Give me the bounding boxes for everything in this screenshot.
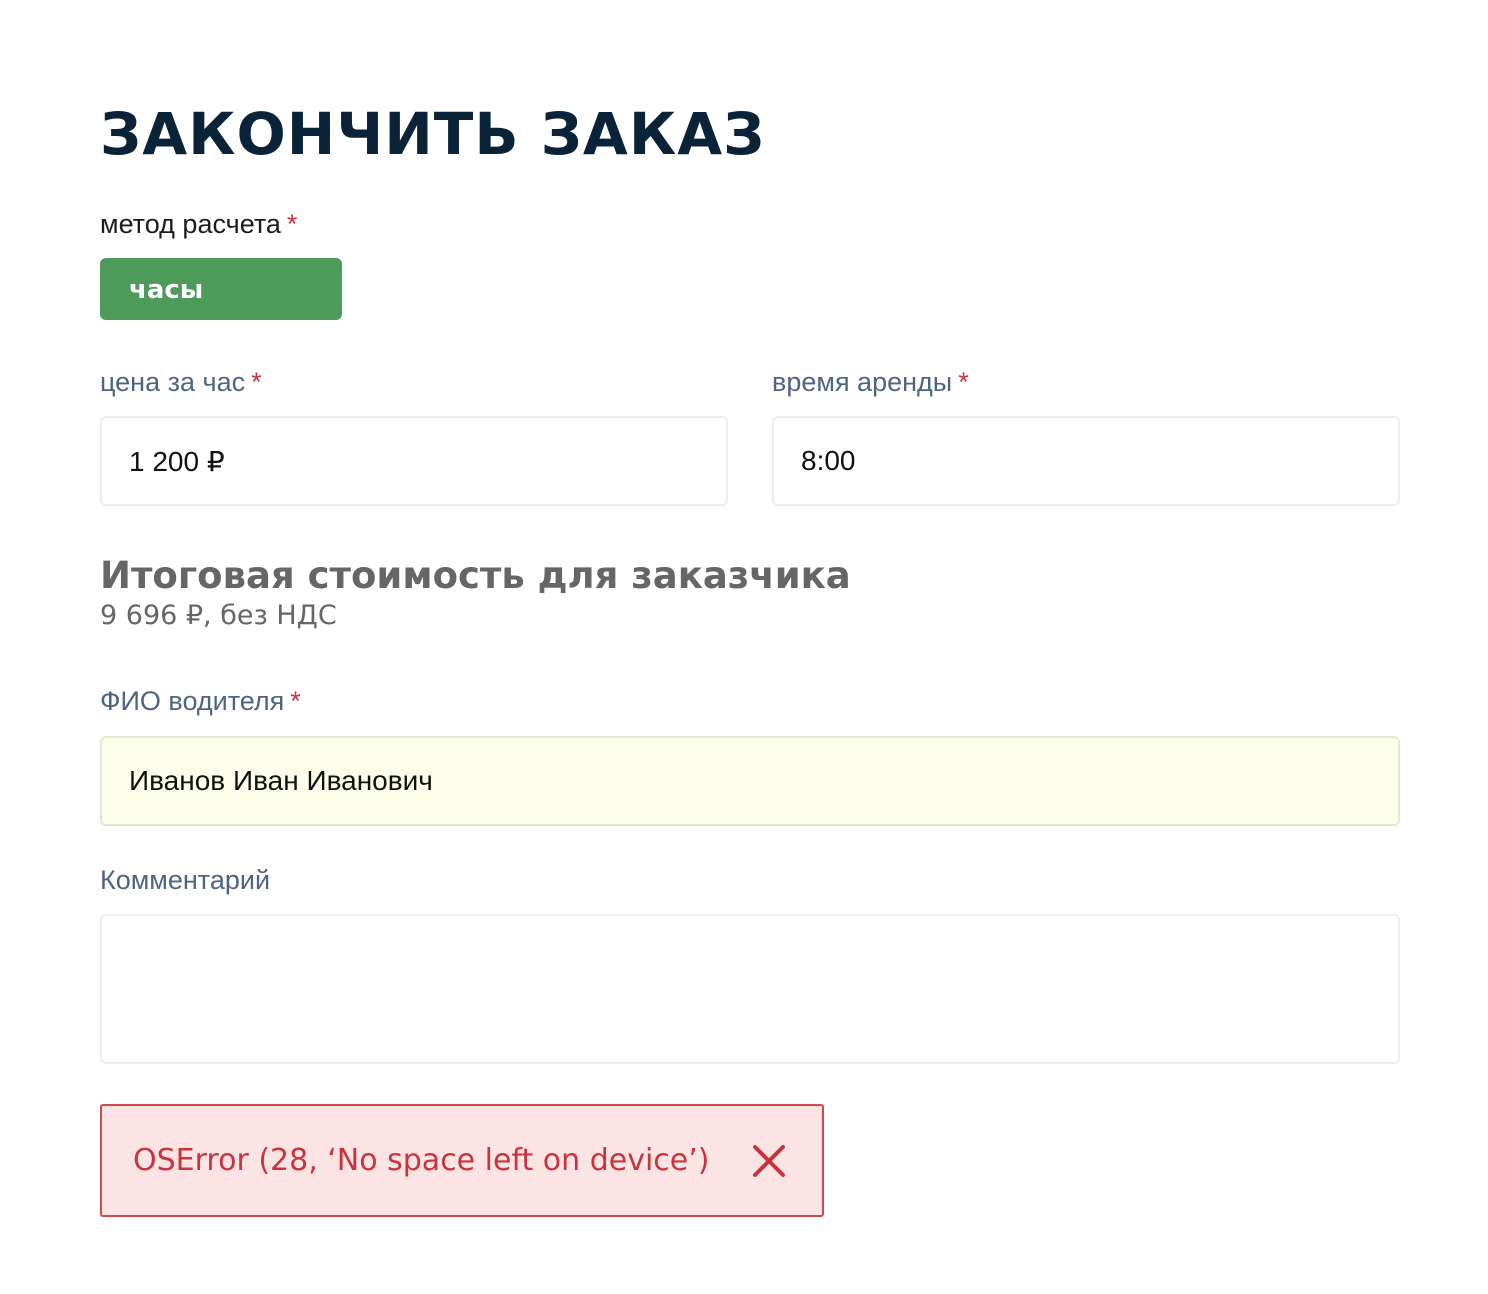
total-cost-value: 9 696 ₽, без НДС [100,600,337,631]
payment-method-label: метод расчета * [100,207,297,241]
comment-label: Комментарий [100,865,271,895]
driver-name-label-text: ФИО водителя [100,686,285,716]
payment-method-label-text: метод расчета [100,209,281,239]
price-per-hour-label: цена за час * [100,365,262,399]
price-per-hour-label-text: цена за час [100,367,246,397]
required-asterisk: * [251,367,262,397]
payment-method-hours-button[interactable]: часы [100,258,342,320]
price-per-hour-input[interactable] [100,416,728,506]
total-cost-title: Итоговая стоимость для заказчика [100,554,851,597]
error-message: OSError (28, ‘No space left on device’) [133,1143,710,1178]
required-asterisk: * [290,686,301,716]
rental-time-label-text: время аренды [772,367,953,397]
required-asterisk: * [286,209,298,239]
error-alert: OSError (28, ‘No space left on device’) [100,1104,824,1217]
page-title: ЗАКОНЧИТЬ ЗАКАЗ [100,100,766,168]
rental-time-label: время аренды * [772,365,969,399]
close-icon[interactable] [752,1144,786,1178]
rental-time-input[interactable] [772,416,1400,506]
driver-name-input[interactable] [100,736,1400,826]
comment-textarea[interactable] [100,914,1400,1064]
required-asterisk: * [958,367,969,397]
driver-name-label: ФИО водителя * [100,684,301,718]
